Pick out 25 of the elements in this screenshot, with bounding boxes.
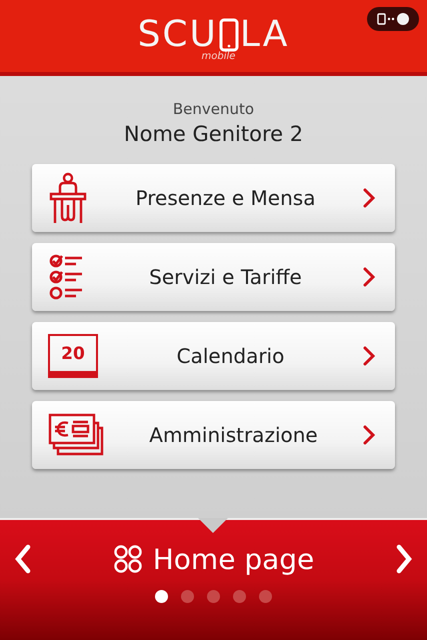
menu-item[interactable]: Servizi e Tariffe [32,243,395,311]
menu-item[interactable]: Presenze e Mensa [32,164,395,232]
phone-icon [218,18,239,52]
chevron-right-icon [363,346,375,366]
page-dot[interactable] [181,590,194,603]
menu-item[interactable]: 20 Calendario [32,322,395,390]
page-dot[interactable] [259,590,272,603]
chevron-right-icon [363,267,375,287]
banknotes-icon [48,413,104,457]
chevron-right-icon [363,425,375,445]
chevron-right-icon [363,188,375,208]
page-dot[interactable] [207,590,220,603]
grid-icon [112,544,143,574]
phone-switch-icon [376,12,410,26]
menu-item[interactable]: Amministrazione [32,401,395,469]
calendar-icon: 20 [48,334,98,378]
pointer-notch [198,518,228,533]
user-name: Nome Genitore 2 [124,122,304,146]
page-dot[interactable] [233,590,246,603]
welcome-text: Benvenuto [172,100,254,118]
logo-text: LA [240,14,290,54]
person-at-desk-icon [48,172,88,224]
mode-toggle[interactable] [367,7,419,31]
page-dot[interactable] [155,590,168,603]
page-title: Home page [152,542,314,576]
